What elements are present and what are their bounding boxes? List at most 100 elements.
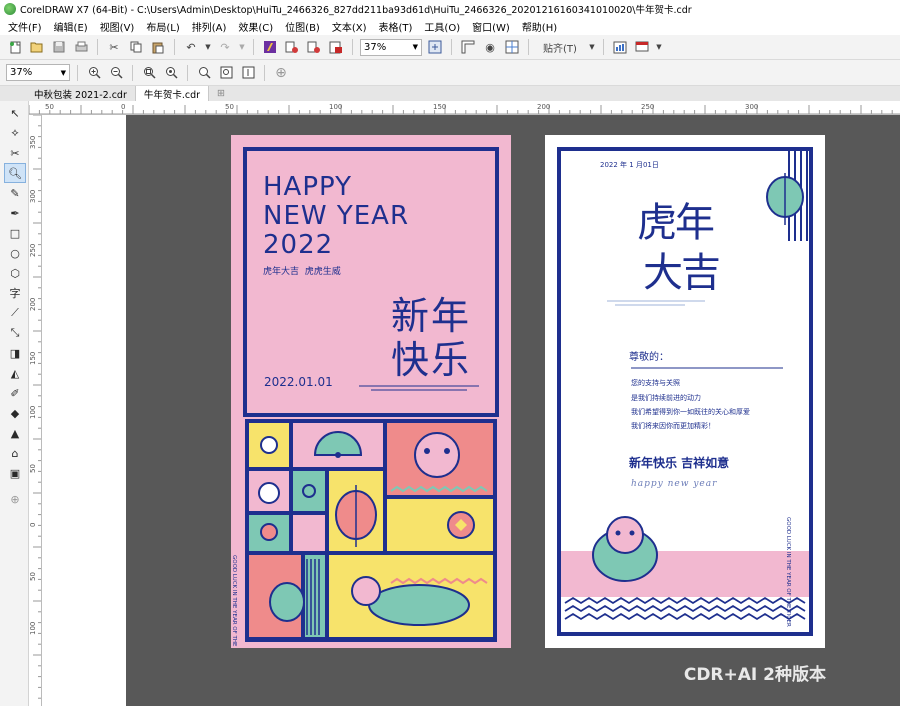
message-line-3: 我们希望得到你一如既往的关心和厚爱 bbox=[631, 408, 750, 416]
zoom-to-selected-icon[interactable] bbox=[140, 64, 158, 82]
interactive-fill-tool-icon[interactable]: ◆ bbox=[4, 403, 26, 423]
menu-tools[interactable]: 工具(O) bbox=[424, 19, 460, 34]
pick-tool-icon[interactable]: ↖ bbox=[4, 103, 26, 123]
connector-tool-icon[interactable]: ⤡ bbox=[4, 323, 26, 343]
undo-dropdown-icon[interactable]: ▼ bbox=[204, 38, 212, 56]
chevron-down-icon: ▼ bbox=[412, 43, 418, 51]
menu-text[interactable]: 文本(X) bbox=[332, 19, 367, 34]
show-grid-icon[interactable]: ◉ bbox=[481, 38, 499, 56]
card-right-design[interactable]: 2022 年 1 月01日 虎年 大吉 尊敬的： 您的支持与关照 是我们持续前进… bbox=[545, 135, 825, 648]
ruler-label: 200 bbox=[537, 103, 550, 111]
crop-tool-icon[interactable]: ✂ bbox=[4, 143, 26, 163]
menu-help[interactable]: 帮助(H) bbox=[522, 19, 557, 34]
save-icon[interactable] bbox=[50, 38, 68, 56]
big-text-tiger-year: 虎年 bbox=[637, 200, 715, 246]
chevron-down-icon[interactable]: ▼ bbox=[655, 38, 663, 56]
zoom-to-page-height-icon[interactable] bbox=[239, 64, 257, 82]
full-screen-preview-icon[interactable] bbox=[426, 38, 444, 56]
copy-icon[interactable] bbox=[127, 38, 145, 56]
message-line-4: 我们将来因你而更加精彩！ bbox=[631, 422, 715, 430]
toolbar-separator bbox=[97, 39, 98, 55]
text-tool-icon[interactable]: 字 bbox=[4, 283, 26, 303]
search-content-icon[interactable] bbox=[261, 38, 279, 56]
menu-bitmaps[interactable]: 位图(B) bbox=[285, 19, 320, 34]
page-background[interactable] bbox=[42, 115, 126, 706]
snap-to-label: 贴齐(T) bbox=[543, 43, 577, 55]
tagline: 虎年大吉 虎虎生威 bbox=[263, 267, 341, 277]
menu-window[interactable]: 窗口(W) bbox=[472, 19, 510, 34]
zoom-level-combo[interactable]: 37% ▼ bbox=[360, 38, 422, 56]
toolbar-separator bbox=[352, 39, 353, 55]
message-line-2: 是我们持续前进的动力 bbox=[631, 394, 701, 402]
menu-layout[interactable]: 布局(L) bbox=[146, 19, 179, 34]
ruler-label: 250 bbox=[641, 103, 654, 111]
artistic-media-tool-icon[interactable]: ✒ bbox=[4, 203, 26, 223]
ruler-label: 0 bbox=[29, 523, 37, 527]
menu-table[interactable]: 表格(T) bbox=[379, 19, 413, 34]
zoom-tool-icon[interactable]: 🔍︎ bbox=[4, 163, 26, 183]
open-icon[interactable] bbox=[28, 38, 46, 56]
freehand-tool-icon[interactable]: ✎ bbox=[4, 183, 26, 203]
show-guidelines-icon[interactable] bbox=[503, 38, 521, 56]
undo-icon[interactable]: ↶ bbox=[182, 38, 200, 56]
zoom-in-icon[interactable] bbox=[85, 64, 103, 82]
zoom-to-page-width-icon[interactable] bbox=[217, 64, 235, 82]
tab-mid-autumn-packaging[interactable]: 中秋包装 2021-2.cdr bbox=[26, 86, 136, 101]
export-icon[interactable] bbox=[305, 38, 323, 56]
zoom-to-page-icon[interactable] bbox=[195, 64, 213, 82]
zoom-levels-combo[interactable]: 37% ▼ bbox=[6, 64, 70, 81]
zoom-to-all-objects-icon[interactable] bbox=[162, 64, 180, 82]
smart-fill-tool-icon[interactable]: ▲ bbox=[4, 423, 26, 443]
toolbar-separator bbox=[253, 39, 254, 55]
ruler-label: 50 bbox=[29, 464, 37, 473]
fill-tool-icon[interactable]: ▣ bbox=[4, 463, 26, 483]
drop-shadow-tool-icon[interactable]: ◨ bbox=[4, 343, 26, 363]
add-icon[interactable]: ⊕ bbox=[272, 64, 290, 82]
vertical-ruler[interactable]: 350 300 250 200 150 100 50 0 50 100 bbox=[29, 115, 42, 706]
cut-icon[interactable]: ✂ bbox=[105, 38, 123, 56]
toolbar-separator bbox=[77, 64, 78, 81]
menu-arrange[interactable]: 排列(A) bbox=[192, 19, 227, 34]
print-icon[interactable] bbox=[72, 38, 90, 56]
shape-tool-icon[interactable]: ⟡ bbox=[4, 123, 26, 143]
options-icon[interactable] bbox=[611, 38, 629, 56]
polygon-tool-icon[interactable]: ⬡ bbox=[4, 263, 26, 283]
redo-dropdown-icon[interactable]: ▼ bbox=[238, 38, 246, 56]
parallel-dimension-tool-icon[interactable]: ⟋ bbox=[4, 303, 26, 323]
chevron-down-icon: ▼ bbox=[60, 68, 66, 77]
zoom-out-icon[interactable] bbox=[107, 64, 125, 82]
horizontal-ruler[interactable]: 50 0 50 100 150 200 250 300 bbox=[29, 101, 900, 115]
show-rulers-icon[interactable] bbox=[459, 38, 477, 56]
outline-pen-icon[interactable]: ⌂ bbox=[4, 443, 26, 463]
wish-text: 新年快乐 吉祥如意 bbox=[629, 456, 730, 470]
chevron-down-icon[interactable]: ▼ bbox=[588, 38, 596, 56]
import-icon[interactable] bbox=[283, 38, 301, 56]
add-tab-button[interactable]: ⊞ bbox=[209, 86, 233, 101]
card-left-design[interactable]: HAPPY NEW YEAR 2022 虎年大吉 虎虎生威 新年 快乐 2022… bbox=[231, 135, 511, 648]
menu-effects[interactable]: 效果(C) bbox=[238, 19, 273, 34]
date-text: 2022.01.01 bbox=[264, 375, 333, 389]
menu-edit[interactable]: 编辑(E) bbox=[54, 19, 88, 34]
paste-icon[interactable] bbox=[149, 38, 167, 56]
transparency-tool-icon[interactable]: ◭ bbox=[4, 363, 26, 383]
ellipse-tool-icon[interactable]: ○ bbox=[4, 243, 26, 263]
window-title: CorelDRAW X7 (64-Bit) - C:\Users\Admin\D… bbox=[20, 5, 692, 16]
tab-label: 牛年贺卡.cdr bbox=[143, 89, 201, 101]
menu-file[interactable]: 文件(F) bbox=[8, 19, 42, 34]
rectangle-tool-icon[interactable]: □ bbox=[4, 223, 26, 243]
side-text: GOOD LUCK IN THE YEAR OF THE TIGER bbox=[231, 555, 237, 648]
publish-pdf-icon[interactable] bbox=[327, 38, 345, 56]
color-eyedropper-tool-icon[interactable]: ✐ bbox=[4, 383, 26, 403]
snap-to-button[interactable]: 贴齐(T) bbox=[536, 38, 584, 56]
coreldraw-app-icon bbox=[4, 3, 16, 15]
ruler-label: 250 bbox=[29, 244, 37, 257]
ruler-label: 200 bbox=[29, 298, 37, 311]
application-launcher-icon[interactable] bbox=[633, 38, 651, 56]
document-tabs: 中秋包装 2021-2.cdr 牛年贺卡.cdr ⊞ bbox=[0, 86, 900, 101]
new-document-icon[interactable] bbox=[6, 38, 24, 56]
tab-new-year-card[interactable]: 牛年贺卡.cdr bbox=[135, 86, 210, 101]
version-caption: CDR+AI 2种版本 bbox=[683, 665, 826, 685]
add-tool-icon[interactable]: ⊕ bbox=[4, 489, 26, 509]
redo-icon[interactable]: ↷ bbox=[216, 38, 234, 56]
menu-view[interactable]: 视图(V) bbox=[100, 19, 135, 34]
